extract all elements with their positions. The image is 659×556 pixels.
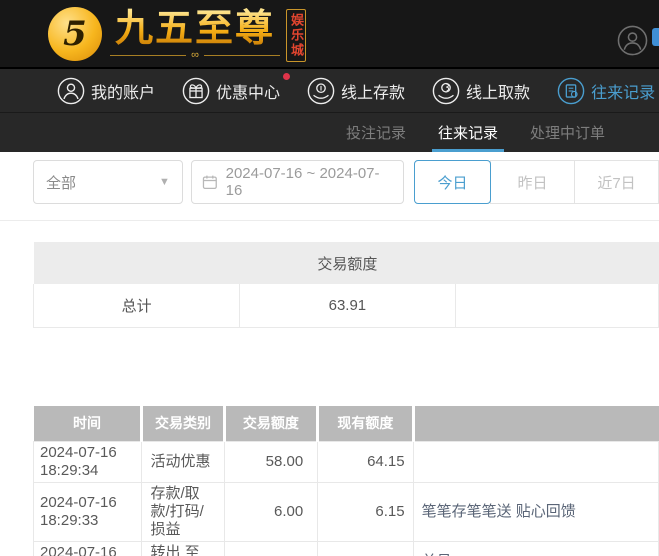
summary-total-value: 63.91 xyxy=(239,284,456,328)
brand-header: 5 九五至尊 ∞ 娱乐城 xyxy=(0,0,659,69)
nav-label: 往来记录 xyxy=(591,84,656,102)
nav-item-deposit[interactable]: 线上存款 xyxy=(307,77,405,105)
records-icon xyxy=(557,77,585,104)
col-header-type: 交易类别 xyxy=(140,405,225,442)
table-header-row: 时间 交易类别 交易额度 现有额度 xyxy=(33,405,659,442)
cell-time: 2024-07-16 18:29:33 xyxy=(32,482,143,542)
nav-item-my-account[interactable]: 我的账户 xyxy=(57,77,155,105)
table-row: 2024-07-16 18:29:33 存款/取款/打码/损益 6.00 6.1… xyxy=(32,482,659,542)
cell-remark: 单号:115500472560 xyxy=(412,541,659,556)
today-button[interactable]: 今日 xyxy=(414,160,491,204)
yesterday-button[interactable]: 昨日 xyxy=(490,160,575,204)
deposit-icon xyxy=(307,77,335,104)
corner-service-icon[interactable] xyxy=(652,28,659,46)
avatar-icon[interactable] xyxy=(617,25,648,56)
cell-type: 活动优惠 xyxy=(141,441,225,483)
calendar-icon xyxy=(202,175,217,190)
col-header-time: 时间 xyxy=(33,405,142,442)
cell-time: 2024-07-16 18:07:20 xyxy=(32,541,143,556)
section-divider xyxy=(0,220,659,221)
withdraw-icon xyxy=(432,77,460,104)
nav-item-records[interactable]: 往来记录 xyxy=(557,77,655,105)
col-header-amount: 交易额度 xyxy=(222,405,318,442)
cell-balance: 6.15 xyxy=(317,482,414,542)
table-row: 2024-07-16 18:07:20 转出 至 BG视讯 -1,852.00 … xyxy=(32,541,659,556)
type-select-value: 全部 xyxy=(46,174,77,192)
chevron-down-icon: ▼ xyxy=(159,176,170,188)
col-header-remark xyxy=(411,405,659,442)
logo-flourish-icon: ∞ xyxy=(110,49,280,61)
nav-label: 线上取款 xyxy=(466,84,531,102)
tab-transaction-records[interactable]: 往来记录 xyxy=(431,113,505,152)
summary-total-label: 总计 xyxy=(32,284,241,328)
notification-dot xyxy=(283,72,291,80)
cell-remark: 笔笔存笔笔送 贴心回馈 xyxy=(412,482,659,542)
brand-badge: 娱乐城 xyxy=(286,9,306,62)
nav-label: 我的账户 xyxy=(91,84,156,102)
record-tabs: 投注记录 往来记录 处理中订单 xyxy=(0,112,659,152)
cell-amount: 6.00 xyxy=(223,482,319,542)
nav-label: 线上存款 xyxy=(341,84,406,102)
nav-item-withdraw[interactable]: 线上取款 xyxy=(432,77,530,105)
cell-amount: 58.00 xyxy=(223,441,319,483)
cell-type: 转出 至 BG视讯 xyxy=(141,541,225,556)
table-row: 2024-07-16 18:29:34 活动优惠 58.00 64.15 xyxy=(32,441,659,483)
type-select[interactable]: 全部 ▼ xyxy=(33,160,183,204)
logo-monogram-icon: 5 xyxy=(48,7,102,61)
nav-label: 优惠中心 xyxy=(216,84,281,102)
summary-header-amount: 交易额度 xyxy=(239,242,456,284)
col-header-balance: 现有额度 xyxy=(316,405,414,442)
summary-row: 总计 63.91 xyxy=(32,284,659,328)
quick-date-buttons: 今日 昨日 近7日 xyxy=(414,160,659,204)
cell-remark xyxy=(412,441,659,483)
date-range-input[interactable]: 2024-07-16 ~ 2024-07-16 xyxy=(190,160,404,204)
logo[interactable]: 5 九五至尊 ∞ 娱乐城 xyxy=(48,7,334,62)
filter-row: 全部 ▼ 2024-07-16 ~ 2024-07-16 今日 昨日 近7日 xyxy=(33,160,659,204)
summary-header-empty xyxy=(33,242,240,284)
user-icon xyxy=(57,77,85,104)
cell-amount: -1,852.00 xyxy=(223,541,319,556)
cell-time: 2024-07-16 18:29:34 xyxy=(32,441,143,483)
brand-name: 九五至尊 xyxy=(114,8,275,50)
summary-value-cutoff xyxy=(454,284,659,328)
summary-header-cutoff xyxy=(455,242,659,284)
cell-balance: 64.15 xyxy=(317,441,414,483)
date-range-value: 2024-07-16 ~ 2024-07-16 xyxy=(225,165,380,199)
tab-betting-records[interactable]: 投注记录 xyxy=(344,113,408,152)
gift-icon xyxy=(182,77,210,104)
summary-table: 交易额度 总计 63.91 xyxy=(32,242,659,328)
last7days-button[interactable]: 近7日 xyxy=(574,160,659,204)
nav-item-promotions[interactable]: 优惠中心 xyxy=(182,72,291,105)
cell-balance: 0.15 xyxy=(317,541,414,556)
main-nav: 我的账户 优惠中心 线上存款 线上取款 往来记录 xyxy=(0,69,659,112)
transactions-table: 时间 交易类别 交易额度 现有额度 2024-07-16 18:29:34 活动… xyxy=(32,405,659,556)
cell-type: 存款/取款/打码/损益 xyxy=(141,482,225,542)
tab-processing-orders[interactable]: 处理中订单 xyxy=(528,113,607,152)
